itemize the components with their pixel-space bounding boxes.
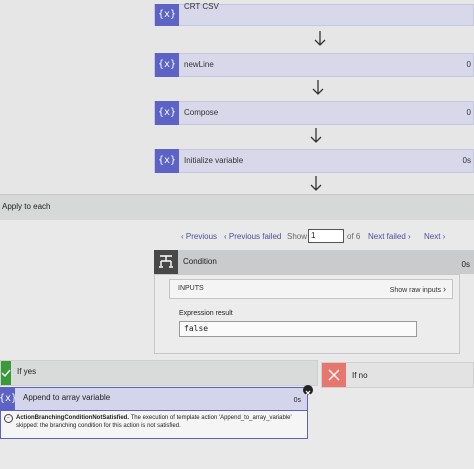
variable-icon: {x} bbox=[155, 53, 179, 77]
inputs-panel: INPUTS Show raw inputs › bbox=[169, 279, 453, 299]
compose-icon: {x} bbox=[155, 101, 179, 125]
condition-body: INPUTS Show raw inputs › Expression resu… bbox=[154, 274, 460, 354]
condition-label: Condition bbox=[183, 257, 217, 266]
if-no-branch[interactable]: If no bbox=[321, 362, 474, 388]
append-to-array-header[interactable]: {x} Append to array variable 0s bbox=[0, 387, 308, 411]
step-label: CRT CSV bbox=[184, 2, 219, 11]
check-icon bbox=[1, 361, 11, 385]
step-initialize-variable[interactable]: {x} Initialize variable 0s bbox=[154, 149, 474, 173]
previous-button[interactable]: ‹ Previous bbox=[181, 232, 217, 242]
inputs-label: INPUTS bbox=[178, 285, 204, 292]
chevron-right-icon: › bbox=[443, 284, 446, 294]
step-crt-csv[interactable]: {x} CRT CSV bbox=[154, 2, 474, 26]
show-raw-inputs-link[interactable]: Show raw inputs › bbox=[390, 284, 446, 294]
next-failed-button[interactable]: Next failed › bbox=[368, 232, 411, 242]
close-action-button[interactable] bbox=[303, 385, 313, 396]
step-duration: 0s bbox=[462, 156, 471, 165]
of-total-label: of 6 bbox=[347, 232, 361, 241]
skipped-message: − ActionBranchingConditionNotSatisfied. … bbox=[0, 411, 308, 439]
chevron-right-icon: › bbox=[405, 232, 411, 241]
close-icon bbox=[322, 363, 346, 387]
variable-icon: {x} bbox=[155, 4, 179, 26]
next-button[interactable]: Next › bbox=[424, 232, 445, 242]
append-duration: 0s bbox=[293, 397, 301, 404]
condition-icon bbox=[154, 250, 178, 274]
apply-to-each-label: Apply to each bbox=[2, 202, 51, 211]
previous-failed-button[interactable]: ‹ Previous failed bbox=[224, 232, 281, 242]
arrow-down-icon bbox=[310, 128, 322, 143]
condition-duration: 0s bbox=[461, 260, 470, 269]
step-duration: 0 bbox=[466, 60, 471, 69]
step-newline[interactable]: {x} newLine 0 bbox=[154, 53, 474, 77]
expression-result-value: false bbox=[179, 321, 417, 337]
step-label: newLine bbox=[184, 60, 214, 69]
arrow-down-icon bbox=[310, 176, 322, 191]
variable-icon: {x} bbox=[0, 387, 15, 411]
arrow-down-icon bbox=[314, 31, 326, 46]
expression-result-label: Expression result bbox=[179, 310, 233, 317]
arrow-down-icon bbox=[312, 80, 324, 95]
info-icon: − bbox=[4, 414, 13, 423]
apply-to-each-header[interactable]: Apply to each bbox=[0, 194, 474, 221]
chevron-right-icon: › bbox=[440, 232, 446, 241]
variable-icon: {x} bbox=[155, 149, 179, 173]
show-label: Show bbox=[287, 232, 308, 241]
step-label: Compose bbox=[184, 108, 219, 117]
step-duration: 0 bbox=[466, 108, 471, 117]
error-title: ActionBranchingConditionNotSatisfied. bbox=[16, 415, 129, 421]
if-no-label: If no bbox=[352, 371, 368, 380]
if-yes-label: If yes bbox=[17, 367, 37, 376]
close-icon bbox=[305, 390, 311, 396]
step-label: Initialize variable bbox=[184, 156, 244, 165]
condition-header[interactable]: Condition 0s bbox=[154, 250, 474, 274]
append-label: Append to array variable bbox=[23, 393, 111, 402]
step-compose[interactable]: {x} Compose 0 bbox=[154, 101, 474, 125]
if-yes-branch[interactable]: If yes bbox=[0, 360, 318, 386]
iteration-input[interactable]: 1 bbox=[308, 229, 344, 243]
